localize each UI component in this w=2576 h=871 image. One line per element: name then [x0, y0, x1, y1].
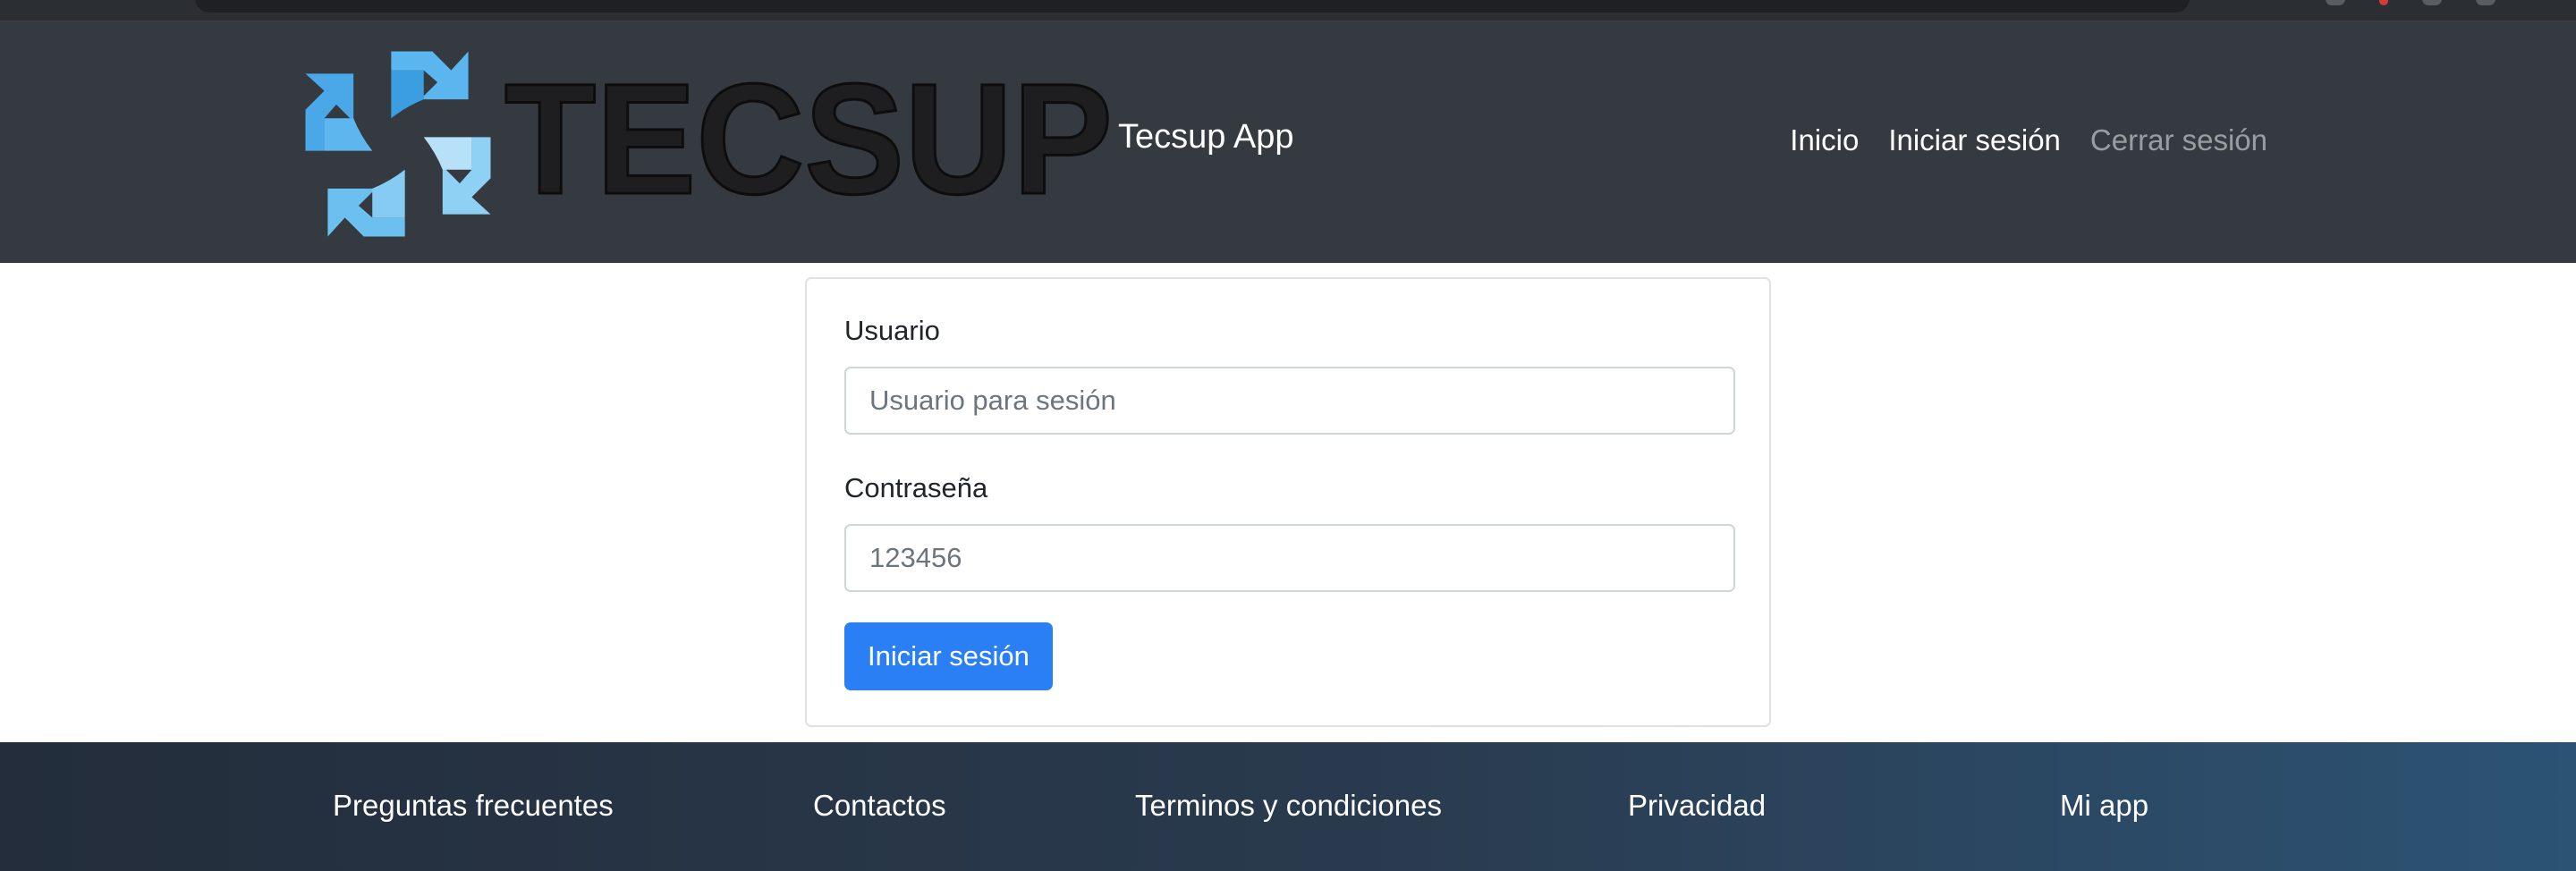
tecsup-wordmark: TECSUP [504, 68, 1114, 220]
footer-link-mi-app[interactable]: Mi app [2060, 789, 2148, 823]
navbar: TECSUP Tecsup App Inicio Iniciar sesión … [0, 21, 2576, 263]
password-label: Contraseña [844, 472, 988, 503]
footer-link-terminos[interactable]: Terminos y condiciones [1135, 789, 1442, 823]
browser-toolbar-icons [2326, 0, 2496, 5]
login-button[interactable]: Iniciar sesión [844, 622, 1053, 690]
brand-logo-link[interactable]: TECSUP [295, 41, 1122, 247]
extension-icon[interactable] [2379, 0, 2388, 5]
nav-link-cerrar-sesion: Cerrar sesión [2089, 123, 2267, 156]
footer-link-privacidad[interactable]: Privacidad [1628, 789, 1766, 823]
footer-link-faq[interactable]: Preguntas frecuentes [333, 789, 614, 823]
extension-icon[interactable] [2422, 0, 2442, 5]
footer-link-contactos[interactable]: Contactos [813, 789, 946, 823]
username-input[interactable] [844, 367, 1735, 435]
app-name[interactable]: Tecsup App [1118, 118, 1293, 156]
password-input[interactable] [844, 524, 1735, 592]
address-bar[interactable] [195, 0, 2190, 13]
footer: Preguntas frecuentes Contactos Terminos … [0, 742, 2576, 871]
username-label: Usuario [844, 315, 940, 346]
profile-icon[interactable] [2476, 0, 2496, 5]
tecsup-arrows-logo-icon [305, 51, 491, 237]
nav-link-inicio[interactable]: Inicio [1790, 123, 1859, 157]
extension-icon[interactable] [2326, 0, 2345, 5]
nav-menu: Inicio Iniciar sesión Cerrar sesión [1790, 123, 2267, 157]
browser-chrome [0, 0, 2576, 21]
tecsup-wordmark-text: TECSUP [504, 68, 1113, 220]
login-card: Usuario Contraseña Iniciar sesión [805, 277, 1771, 727]
nav-link-iniciar-sesion[interactable]: Iniciar sesión [1888, 123, 2061, 157]
